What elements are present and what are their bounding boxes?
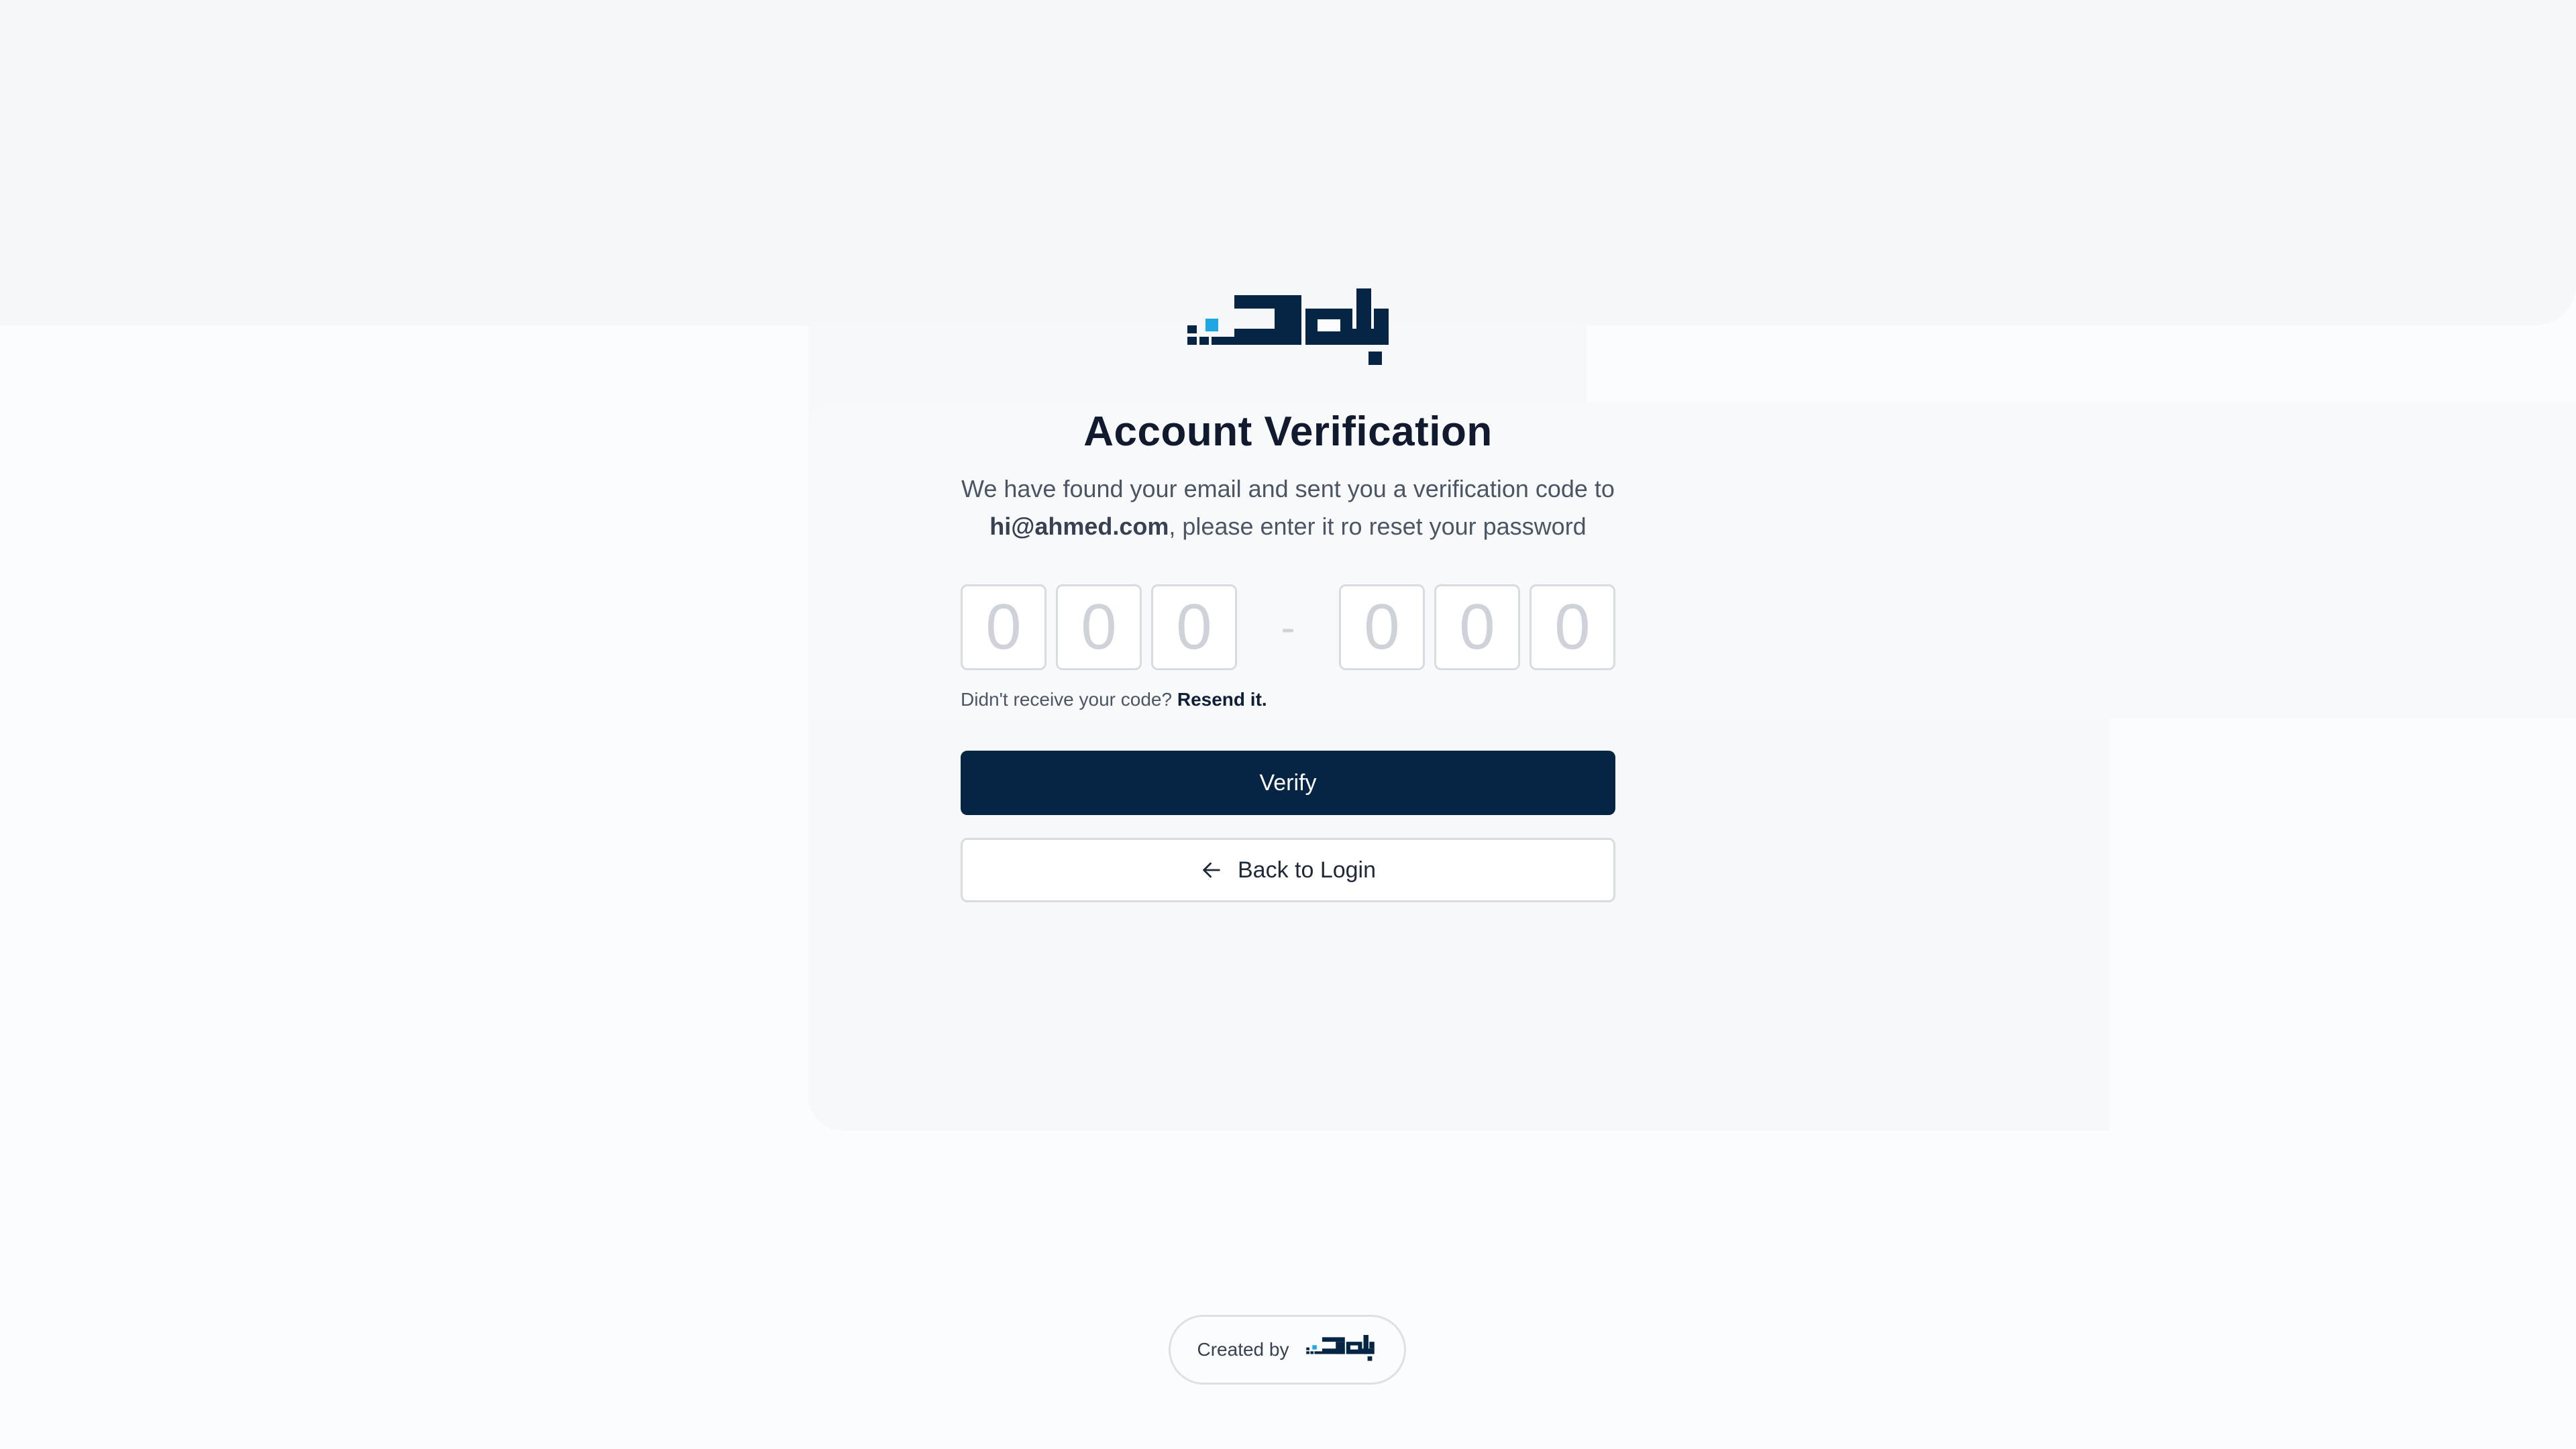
otp-digit-2[interactable]: 0 bbox=[1056, 584, 1142, 670]
verification-panel: Account Verification We have found your … bbox=[961, 288, 1615, 902]
otp-digit-1[interactable]: 0 bbox=[961, 584, 1046, 670]
verify-button-label: Verify bbox=[1259, 769, 1317, 796]
created-by-badge[interactable]: Created by bbox=[1169, 1315, 1406, 1385]
verify-button[interactable]: Verify bbox=[961, 751, 1615, 815]
email-address: hi@ahmed.com bbox=[989, 513, 1169, 540]
brand-logo bbox=[1187, 288, 1389, 365]
otp-digit-4[interactable]: 0 bbox=[1339, 584, 1425, 670]
subtitle-text-rest: , please enter it ro reset your password bbox=[1169, 513, 1587, 540]
otp-separator: - bbox=[1281, 603, 1295, 651]
resend-prompt: Didn't receive your code? bbox=[961, 689, 1173, 710]
otp-digit-6[interactable]: 0 bbox=[1529, 584, 1615, 670]
otp-group-second: 0 0 0 bbox=[1339, 584, 1615, 670]
subtitle-text: We have found your email and sent you a … bbox=[961, 475, 1615, 502]
otp-digit-3[interactable]: 0 bbox=[1151, 584, 1237, 670]
bg-shape bbox=[0, 0, 2576, 325]
resend-link[interactable]: Resend it. bbox=[1177, 689, 1267, 710]
otp-input-row: 0 0 0 - 0 0 0 bbox=[961, 584, 1615, 670]
arrow-left-icon bbox=[1203, 862, 1220, 878]
otp-digit-5[interactable]: 0 bbox=[1434, 584, 1520, 670]
created-by-label: Created by bbox=[1197, 1339, 1289, 1360]
otp-group-first: 0 0 0 bbox=[961, 584, 1237, 670]
page-title: Account Verification bbox=[1083, 409, 1493, 455]
page-subtitle: We have found your email and sent you a … bbox=[961, 470, 1615, 545]
brand-logo-small bbox=[1306, 1335, 1375, 1361]
back-to-login-label: Back to Login bbox=[1237, 857, 1377, 883]
resend-row: Didn't receive your code? Resend it. bbox=[961, 689, 1267, 710]
back-to-login-button[interactable]: Back to Login bbox=[961, 838, 1615, 902]
